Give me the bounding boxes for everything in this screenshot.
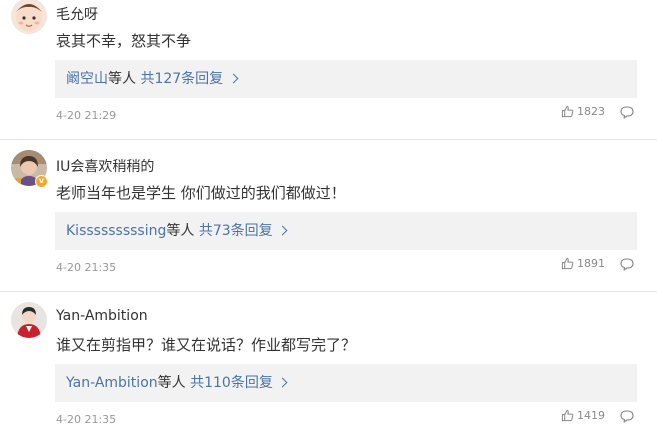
avatar[interactable] [11, 302, 47, 338]
thumbs-up-icon [561, 409, 574, 422]
reply-others-label: 等人 [157, 375, 186, 391]
red-figure-avatar-icon [11, 302, 47, 338]
comment-item: Yan-Ambition 谁又在剪指甲？谁又在说话？作业都写完了？ Yan-Am… [0, 292, 657, 430]
comment-text: 哀其不幸，怒其不争 [56, 32, 192, 50]
reply-user-link[interactable]: Yan-Ambition [66, 375, 158, 391]
comment-text: 老师当年也是学生 你们做过的我们都做过！ [56, 184, 346, 202]
thumbs-up-icon [561, 257, 574, 270]
reply-summary[interactable]: Yan-Ambition等人 共110条回复 [55, 364, 637, 402]
timestamp: 4-20 21:35 [56, 413, 117, 426]
like-button[interactable]: 1419 [561, 409, 605, 422]
timestamp: 4-20 21:35 [56, 261, 117, 274]
verified-badge-icon: v [35, 175, 48, 188]
comment-text: 谁又在剪指甲？谁又在说话？作业都写完了？ [56, 336, 357, 354]
reply-summary[interactable]: 阚空山等人 共127条回复 [55, 60, 637, 98]
reply-count-link[interactable]: 共127条回复 [140, 71, 223, 87]
username[interactable]: 毛允呀 [56, 4, 98, 24]
timestamp: 4-20 21:29 [56, 109, 117, 122]
like-count: 1891 [577, 257, 605, 270]
comment-icon[interactable] [620, 258, 634, 271]
username[interactable]: Yan-Ambition [56, 308, 148, 324]
comment-icon[interactable] [620, 106, 634, 119]
comment-item: 毛允呀 哀其不幸，怒其不争 阚空山等人 共127条回复 4-20 21:29 1… [0, 0, 657, 140]
like-count: 1419 [577, 409, 605, 422]
chevron-right-icon [228, 73, 239, 84]
like-button[interactable]: 1891 [561, 257, 605, 270]
like-count: 1823 [577, 105, 605, 118]
comment-icon[interactable] [620, 410, 634, 423]
reply-others-label: 等人 [108, 71, 136, 87]
comment-feed: 毛允呀 哀其不幸，怒其不争 阚空山等人 共127条回复 4-20 21:29 1… [0, 0, 657, 430]
chevron-right-icon [277, 225, 288, 236]
reply-count-link[interactable]: 共110条回复 [190, 375, 273, 391]
chevron-right-icon [277, 377, 288, 388]
reply-count-link[interactable]: 共73条回复 [199, 223, 273, 239]
reply-user-link[interactable]: Kisssssssssing [66, 223, 166, 239]
username[interactable]: IU会喜欢稍稍的 [56, 156, 154, 176]
reply-others-label: 等人 [166, 223, 195, 239]
reply-summary[interactable]: Kisssssssssing等人 共73条回复 [55, 212, 637, 250]
comment-item: v IU会喜欢稍稍的 老师当年也是学生 你们做过的我们都做过！ Kissssss… [0, 140, 657, 292]
baby-face-avatar-icon [11, 0, 47, 34]
thumbs-up-icon [561, 105, 574, 118]
reply-user-link[interactable]: 阚空山 [66, 71, 108, 87]
avatar[interactable] [11, 0, 47, 34]
like-button[interactable]: 1823 [561, 105, 605, 118]
